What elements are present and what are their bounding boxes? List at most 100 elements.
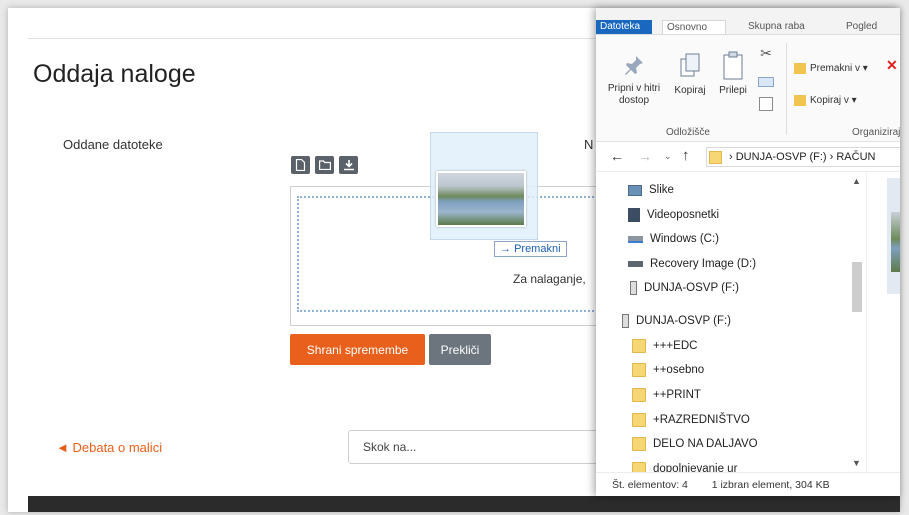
- clipboard-group-label: Odložišče: [666, 127, 710, 138]
- copy-to-icon: [794, 95, 806, 106]
- tree-item-label: ++osebno: [653, 364, 705, 376]
- cut-button[interactable]: ✂: [756, 45, 776, 62]
- ribbon-home: Pripni v hitri dostop Kopiraj Prilepi ✂ …: [596, 34, 900, 142]
- recent-locations-icon[interactable]: ⌄: [664, 151, 672, 162]
- tree-item-windows-c[interactable]: Windows (C:): [628, 229, 719, 249]
- dragged-image-thumbnail: [436, 171, 526, 227]
- tree-item-dunja-osvp-root[interactable]: DUNJA-OSVP (F:): [622, 311, 731, 331]
- navigation-pane: Slike Videoposnetki Windows (C:) Recover…: [596, 172, 858, 476]
- paste-shortcut-button[interactable]: [759, 97, 773, 111]
- drive-icon: [628, 261, 643, 267]
- tree-item-label: DELO NA DALJAVO: [653, 438, 758, 450]
- address-path-text: DUNJA-OSVP (F:) › RAČUN: [735, 151, 876, 163]
- tree-item-label: +++EDC: [653, 340, 698, 352]
- copy-to-label: Kopiraj v: [810, 95, 849, 107]
- scrollbar-thumb[interactable]: [852, 262, 862, 312]
- address-bar-row: ← → ⌄ ↑ › DUNJA-OSVP (F:) › RAČUN: [596, 142, 900, 172]
- download-button[interactable]: [339, 156, 358, 174]
- copy-label: Kopiraj: [674, 85, 706, 96]
- tree-item-folder[interactable]: +++EDC: [632, 336, 697, 356]
- usb-drive-icon: [630, 281, 637, 295]
- partial-label: N: [584, 137, 594, 152]
- back-icon[interactable]: ←: [610, 148, 624, 164]
- tree-item-folder[interactable]: +RAZREDNIŠTVO: [632, 410, 750, 430]
- pin-quick-access-button[interactable]: Pripni v hitri dostop: [604, 55, 664, 107]
- drag-move-tooltip: → Premakni: [494, 241, 567, 257]
- arrow-left-icon: ◄: [56, 440, 73, 455]
- submitted-files-label: Oddane datoteke: [63, 137, 163, 152]
- filepicker-toolbar: [291, 156, 358, 174]
- tree-item-dunja-osvp[interactable]: DUNJA-OSVP (F:): [630, 278, 739, 298]
- selection-info: 1 izbran element, 304 KB: [711, 479, 830, 491]
- copy-button[interactable]: Kopiraj: [670, 53, 710, 97]
- tree-item-label: Windows (C:): [650, 233, 720, 245]
- tree-item-folder[interactable]: ++osebno: [632, 360, 704, 380]
- tree-item-folder[interactable]: DELO NA DALJAVO: [632, 434, 758, 454]
- page-footer: [28, 496, 900, 512]
- drag-move-label: Premakni: [514, 243, 561, 255]
- folder-icon: [632, 437, 646, 451]
- tree-item-videoposnetki[interactable]: Videoposnetki: [628, 205, 719, 225]
- status-bar: Št. elementov: 4 1 izbran element, 304 K…: [596, 472, 900, 496]
- tree-item-folder[interactable]: ++PRINT: [632, 385, 701, 405]
- organize-group-label: Organiziraj: [852, 127, 900, 138]
- tree-item-label: +RAZREDNIŠTVO: [653, 414, 750, 426]
- create-folder-button[interactable]: [315, 156, 334, 174]
- arrow-right-icon: →: [500, 243, 515, 255]
- scroll-down-icon[interactable]: ▼: [852, 458, 861, 468]
- save-changes-button[interactable]: Shrani spremembe: [290, 334, 425, 365]
- image-preview: [891, 212, 900, 272]
- tree-item-label: DUNJA-OSVP (F:): [636, 315, 731, 327]
- pin-label: Pripni v hitri dostop: [607, 83, 661, 106]
- tree-item-label: Recovery Image (D:): [650, 258, 757, 270]
- copy-to-button[interactable]: Kopiraj v ▾: [794, 95, 857, 107]
- folder-icon: [632, 413, 646, 427]
- tree-item-recovery-d[interactable]: Recovery Image (D:): [628, 254, 756, 274]
- add-file-button[interactable]: [291, 156, 310, 174]
- page-title: Oddaja naloge: [33, 60, 196, 88]
- paste-button[interactable]: Prilepi: [714, 51, 752, 97]
- folder-icon: [632, 339, 646, 353]
- scroll-up-icon[interactable]: ▲: [852, 176, 861, 186]
- videos-icon: [628, 208, 640, 222]
- pictures-icon: [628, 184, 642, 196]
- tab-file[interactable]: Datoteka: [596, 20, 652, 34]
- folder-icon: [318, 160, 331, 170]
- ribbon-tabs: Datoteka Osnovno Skupna raba Pogled: [596, 8, 900, 34]
- previous-activity-label: Debata o malici: [72, 440, 163, 455]
- clipboard-icon: [723, 51, 743, 80]
- up-icon[interactable]: ↑: [682, 147, 690, 164]
- screenshot-stage: Oddaja naloge Oddane datoteke N Za nalag…: [0, 0, 909, 515]
- scissors-icon: ✂: [760, 45, 772, 61]
- tab-share[interactable]: Skupna raba: [744, 20, 809, 34]
- tree-item-label: ++PRINT: [653, 389, 701, 401]
- file-list-pane: [866, 172, 900, 472]
- tab-home[interactable]: Osnovno: [662, 20, 726, 34]
- download-icon: [343, 160, 354, 171]
- address-path[interactable]: › DUNJA-OSVP (F:) › RAČUN: [706, 147, 900, 167]
- folder-icon: [632, 388, 646, 402]
- move-to-icon: [794, 63, 806, 74]
- tree-item-label: DUNJA-OSVP (F:): [644, 282, 739, 294]
- previous-activity-link[interactable]: ◄ Debata o malici: [56, 440, 162, 455]
- navigation-scrollbar[interactable]: ▲ ▼: [848, 176, 862, 468]
- move-to-label: Premakni v: [810, 63, 861, 75]
- pin-icon: [625, 56, 643, 75]
- move-to-button[interactable]: Premakni v ▾: [794, 63, 868, 75]
- paste-label: Prilepi: [719, 85, 747, 96]
- tab-view[interactable]: Pogled: [842, 20, 881, 34]
- folder-icon: [632, 363, 646, 377]
- copy-icon: [680, 53, 700, 77]
- drive-icon: [628, 235, 643, 243]
- forward-icon[interactable]: →: [638, 148, 652, 164]
- ribbon-separator: [786, 43, 787, 135]
- file-icon: [295, 159, 306, 171]
- upload-hint: Za nalaganje,: [513, 272, 586, 286]
- cancel-button[interactable]: Prekliči: [429, 334, 491, 365]
- tree-item-label: Videoposnetki: [647, 209, 720, 221]
- jump-to-select[interactable]: Skok na...: [348, 430, 608, 464]
- tree-item-label: Slike: [649, 184, 674, 196]
- tree-item-slike[interactable]: Slike: [628, 180, 674, 200]
- delete-icon[interactable]: ✕: [886, 58, 898, 72]
- copy-path-button[interactable]: [758, 77, 774, 87]
